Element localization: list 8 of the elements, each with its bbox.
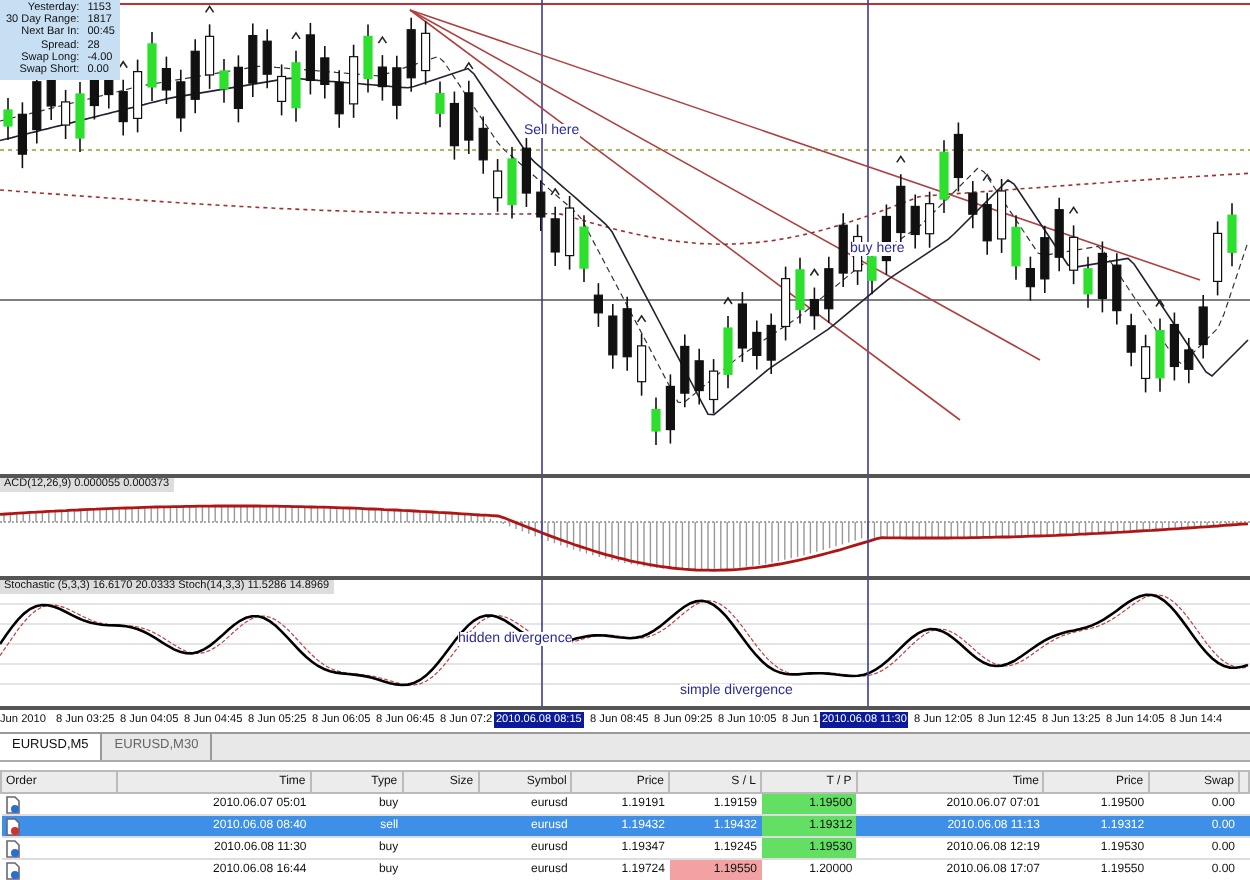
cursor-line <box>541 478 543 576</box>
document-icon <box>5 817 19 835</box>
document-icon <box>5 861 19 879</box>
cursor-line <box>541 580 543 706</box>
document-icon <box>5 795 19 813</box>
document-icon <box>5 839 19 857</box>
cursor-line <box>867 580 869 706</box>
cursor-line <box>867 478 869 576</box>
